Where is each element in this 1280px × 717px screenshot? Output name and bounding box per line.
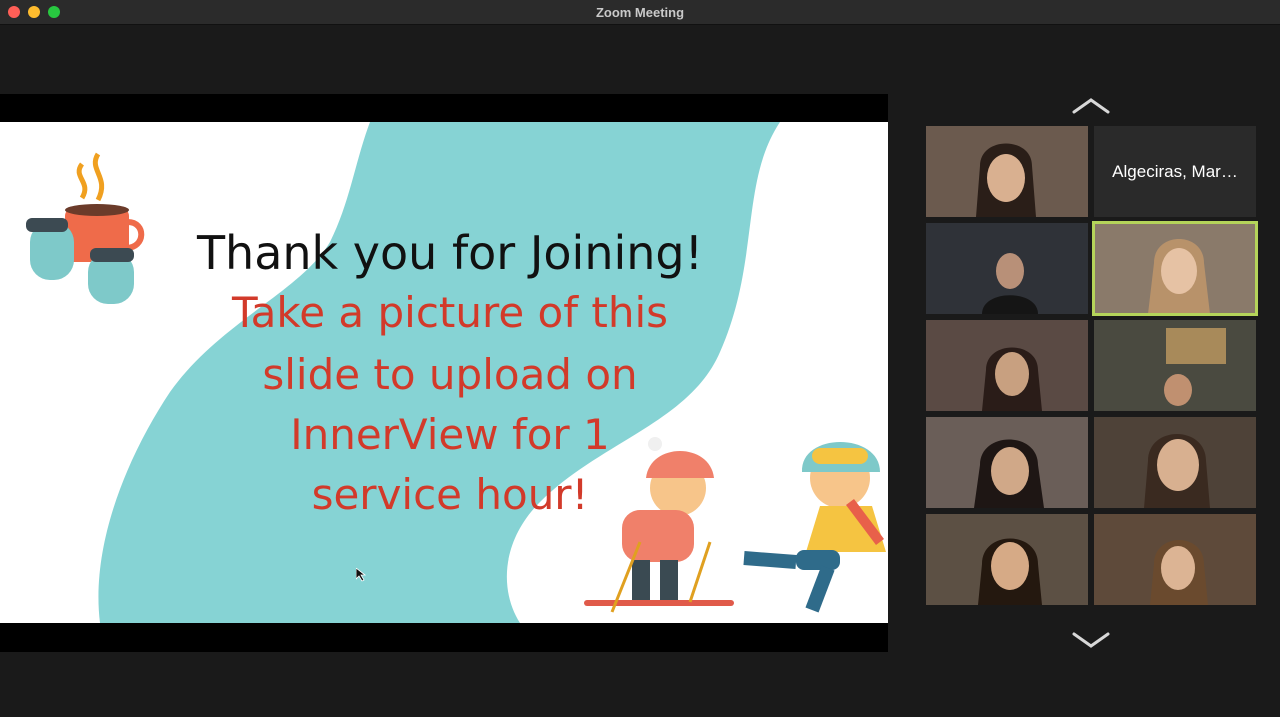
gallery-up-arrow-icon[interactable] xyxy=(1072,98,1110,114)
participant-tile[interactable] xyxy=(926,320,1088,411)
participant-tile[interactable] xyxy=(1094,320,1256,411)
shared-slide: Thank you for Joining! Take a picture of… xyxy=(0,122,888,623)
cocoa-mug-icon xyxy=(65,152,145,262)
participant-video xyxy=(1094,417,1256,508)
participant-video xyxy=(926,223,1088,314)
participant-video xyxy=(926,320,1088,411)
participant-video xyxy=(926,417,1088,508)
maximize-window-button[interactable] xyxy=(48,6,60,18)
gallery-down-arrow-icon[interactable] xyxy=(1072,632,1110,648)
close-window-button[interactable] xyxy=(8,6,20,18)
participant-tile[interactable] xyxy=(926,223,1088,314)
participant-video xyxy=(926,514,1088,605)
mouse-cursor-icon xyxy=(356,568,366,582)
active-speaker-tile[interactable] xyxy=(1092,221,1258,316)
participant-name: Algeciras, Mar… xyxy=(1094,126,1256,217)
participant-tile[interactable] xyxy=(1094,417,1256,508)
participant-video xyxy=(1094,514,1256,605)
window-title: Zoom Meeting xyxy=(595,4,685,20)
participant-tile[interactable] xyxy=(926,126,1088,217)
slide-instruction-line-2: slide to upload on xyxy=(262,350,638,399)
participant-tile[interactable] xyxy=(1094,514,1256,605)
minimize-window-button[interactable] xyxy=(28,6,40,18)
participant-video xyxy=(1094,320,1256,411)
slide-heading: Thank you for Joining! xyxy=(196,226,704,280)
participant-tile[interactable]: Algeciras, Mar… xyxy=(1094,126,1256,217)
window-titlebar: Zoom Meeting xyxy=(0,0,1280,25)
participant-tile[interactable] xyxy=(926,514,1088,605)
window-controls xyxy=(8,6,60,18)
skiing-kid-illustration xyxy=(584,437,734,613)
slide-instruction-line-4: service hour! xyxy=(311,470,589,519)
slide-instruction-line-3: InnerView for 1 xyxy=(290,410,610,459)
participant-video xyxy=(1094,223,1256,314)
slide-instruction-line-1: Take a picture of this xyxy=(231,288,669,337)
skating-kid-illustration xyxy=(743,442,886,613)
participant-tile[interactable] xyxy=(926,417,1088,508)
participant-video xyxy=(926,126,1088,217)
